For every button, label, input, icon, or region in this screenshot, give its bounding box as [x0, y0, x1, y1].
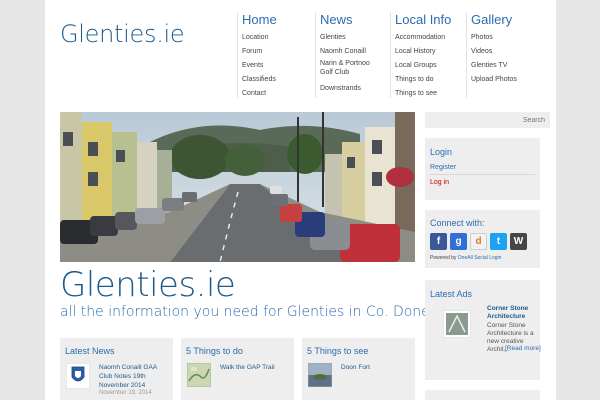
- nav-upload-photos[interactable]: Upload Photos: [471, 73, 541, 87]
- hero-tagline: all the information you need for Glentie…: [60, 304, 451, 320]
- things-to-see-box: 5 Things to see Doon Fort: [302, 338, 415, 400]
- nav-glenties-tv[interactable]: Glenties TV: [471, 59, 541, 73]
- nav-news: News Glenties Naomh Conaill Narin & Port…: [315, 12, 382, 98]
- latest-news-date: November 19, 2014: [99, 390, 152, 396]
- nav-events[interactable]: Events: [242, 59, 312, 73]
- nav-gallery-link[interactable]: Gallery: [471, 12, 541, 27]
- nav-glenties[interactable]: Glenties: [320, 31, 382, 45]
- things-to-see-title: 5 Things to see: [307, 346, 369, 356]
- doon-fort-thumbnail[interactable]: [307, 362, 333, 388]
- things-to-do-title: 5 Things to do: [186, 346, 243, 356]
- twitter-icon[interactable]: t: [490, 233, 507, 250]
- search-input[interactable]: [425, 112, 550, 128]
- latest-news-title: Latest News: [65, 346, 115, 356]
- register-link[interactable]: Register: [430, 164, 456, 171]
- latest-news-entry[interactable]: Naomh Conaill GAA Club Notes 19th Novemb…: [99, 363, 171, 390]
- things-to-do-box: 5 Things to do Walk the GAP Trail: [181, 338, 294, 400]
- nav-things-to-see[interactable]: Things to see: [395, 87, 465, 101]
- sidebar-next-box: [425, 390, 540, 400]
- nav-things-to-do[interactable]: Things to do: [395, 73, 465, 87]
- ad-thumbnail[interactable]: [442, 309, 472, 339]
- hero-title: Glenties.ie: [60, 265, 236, 305]
- nav-local-info-link[interactable]: Local Info: [395, 12, 465, 27]
- oneall-link[interactable]: OneAll Social Login: [458, 255, 502, 261]
- nav-videos[interactable]: Videos: [471, 45, 541, 59]
- nav-location[interactable]: Location: [242, 31, 312, 45]
- nav-home-link[interactable]: Home: [242, 12, 312, 27]
- nav-downstrands[interactable]: Downstrands: [320, 82, 382, 96]
- nav-local-info: Local Info Accommodation Local History L…: [390, 12, 465, 98]
- latest-ads-title: Latest Ads: [430, 289, 473, 299]
- latest-ads-box: Latest Ads Corner Stone Architecture Cor…: [425, 280, 540, 380]
- nav-home: Home Location Forum Events Classifieds C…: [237, 12, 312, 98]
- connect-title: Connect with:: [430, 218, 485, 228]
- site-logo[interactable]: Glenties.ie: [60, 20, 185, 48]
- things-to-see-entry[interactable]: Doon Fort: [341, 363, 413, 372]
- nav-contact[interactable]: Contact: [242, 87, 312, 101]
- digg-icon[interactable]: d: [470, 233, 487, 250]
- page: Glenties.ie Home Location Forum Events C…: [45, 0, 556, 400]
- nav-narin-portnoo[interactable]: Narin & Portnoo Golf Club: [320, 59, 382, 77]
- things-to-do-entry[interactable]: Walk the GAP Trail: [220, 363, 292, 372]
- nav-accommodation[interactable]: Accommodation: [395, 31, 465, 45]
- ad-read-more[interactable]: [Read more]: [505, 345, 541, 352]
- login-divider: [430, 174, 535, 175]
- nav-local-history[interactable]: Local History: [395, 45, 465, 59]
- wordpress-icon[interactable]: W: [510, 233, 527, 250]
- facebook-icon[interactable]: f: [430, 233, 447, 250]
- connect-box: Connect with: f g d t W Powered by OneAl…: [425, 210, 540, 268]
- powered-by-prefix: Powered by: [430, 255, 457, 261]
- login-title: Login: [430, 147, 453, 157]
- nav-news-link[interactable]: News: [320, 12, 382, 27]
- gaa-crest-thumbnail[interactable]: [65, 362, 91, 390]
- nav-local-groups[interactable]: Local Groups: [395, 59, 465, 73]
- nav-photos[interactable]: Photos: [471, 31, 541, 45]
- powered-by: Powered by OneAll Social Login: [430, 255, 501, 261]
- login-box: Login Register Log in: [425, 138, 540, 200]
- google-icon[interactable]: g: [450, 233, 467, 250]
- latest-news-box: Latest News Naomh Conaill GAA Club Notes…: [60, 338, 173, 400]
- ad-title[interactable]: Corner Stone Architecture: [487, 305, 539, 321]
- nav-forum[interactable]: Forum: [242, 45, 312, 59]
- hero-photo: [60, 112, 415, 262]
- nav-classifieds[interactable]: Classifieds: [242, 73, 312, 87]
- gap-trail-thumbnail[interactable]: [186, 362, 212, 388]
- nav-gallery: Gallery Photos Videos Glenties TV Upload…: [466, 12, 541, 98]
- login-link[interactable]: Log in: [430, 179, 449, 186]
- nav-naomh-conaill[interactable]: Naomh Conaill: [320, 45, 382, 59]
